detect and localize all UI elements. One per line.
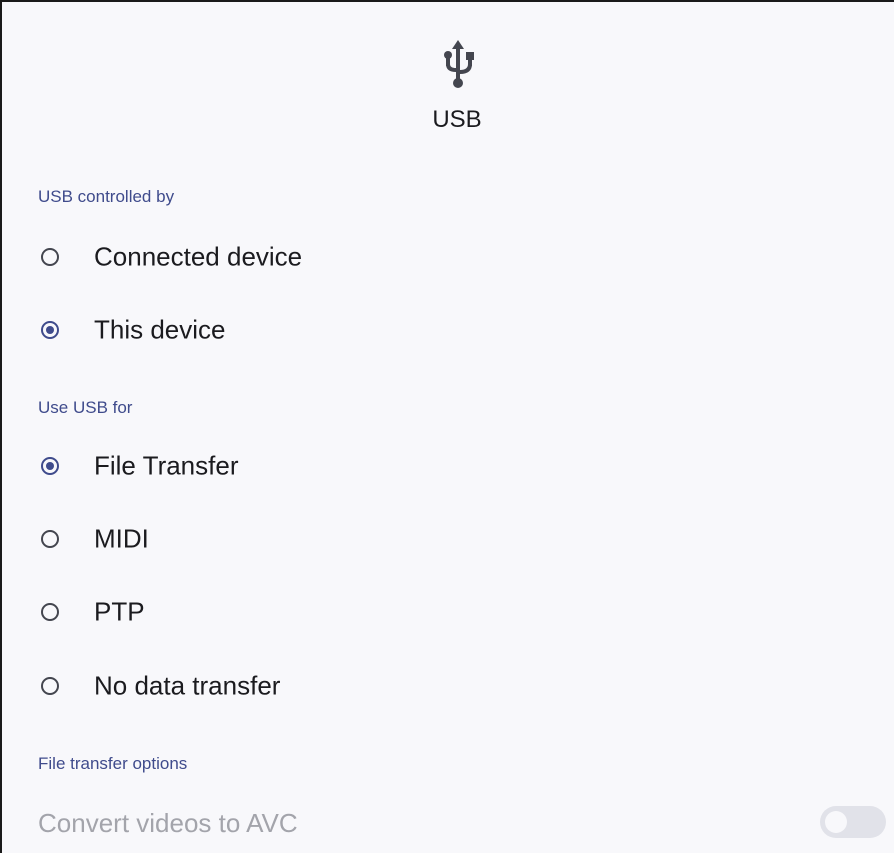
option-label: MIDI [94,523,149,554]
option-label: No data transfer [94,670,281,701]
radio-checked-icon[interactable] [41,457,59,475]
usb-icon [444,40,474,88]
option-label: Connected device [94,241,303,272]
section-label-file-transfer-options: File transfer options [38,754,188,773]
setting-row-convert-videos: Convert videos to AVC [2,796,894,852]
radio-option-midi[interactable]: MIDI [2,509,894,569]
section-label-use-usb-for: Use USB for [38,398,133,417]
option-label: File Transfer [94,450,239,481]
radio-option-this-device[interactable]: This device [2,300,894,360]
radio-option-no-data-transfer[interactable]: No data transfer [2,656,894,716]
section-label-usb-controlled-by: USB controlled by [38,187,175,206]
page-title: USB [432,106,482,133]
radio-unchecked-icon[interactable] [41,248,59,266]
convert-videos-toggle-switch[interactable] [820,806,886,838]
option-label: This device [94,314,226,345]
toggle-knob [825,811,847,833]
header: USB [2,2,894,152]
option-label: PTP [94,596,145,627]
radio-unchecked-icon[interactable] [41,530,59,548]
setting-label-convert-videos: Convert videos to AVC [38,808,298,838]
radio-unchecked-icon[interactable] [41,677,59,695]
radio-unchecked-icon[interactable] [41,603,59,621]
radio-option-connected-device[interactable]: Connected device [2,227,894,287]
radio-option-ptp[interactable]: PTP [2,582,894,642]
radio-checked-icon[interactable] [41,321,59,339]
radio-option-file-transfer[interactable]: File Transfer [2,436,894,496]
usb-preferences-screen: USB USB controlled by Connected device T… [0,0,894,853]
